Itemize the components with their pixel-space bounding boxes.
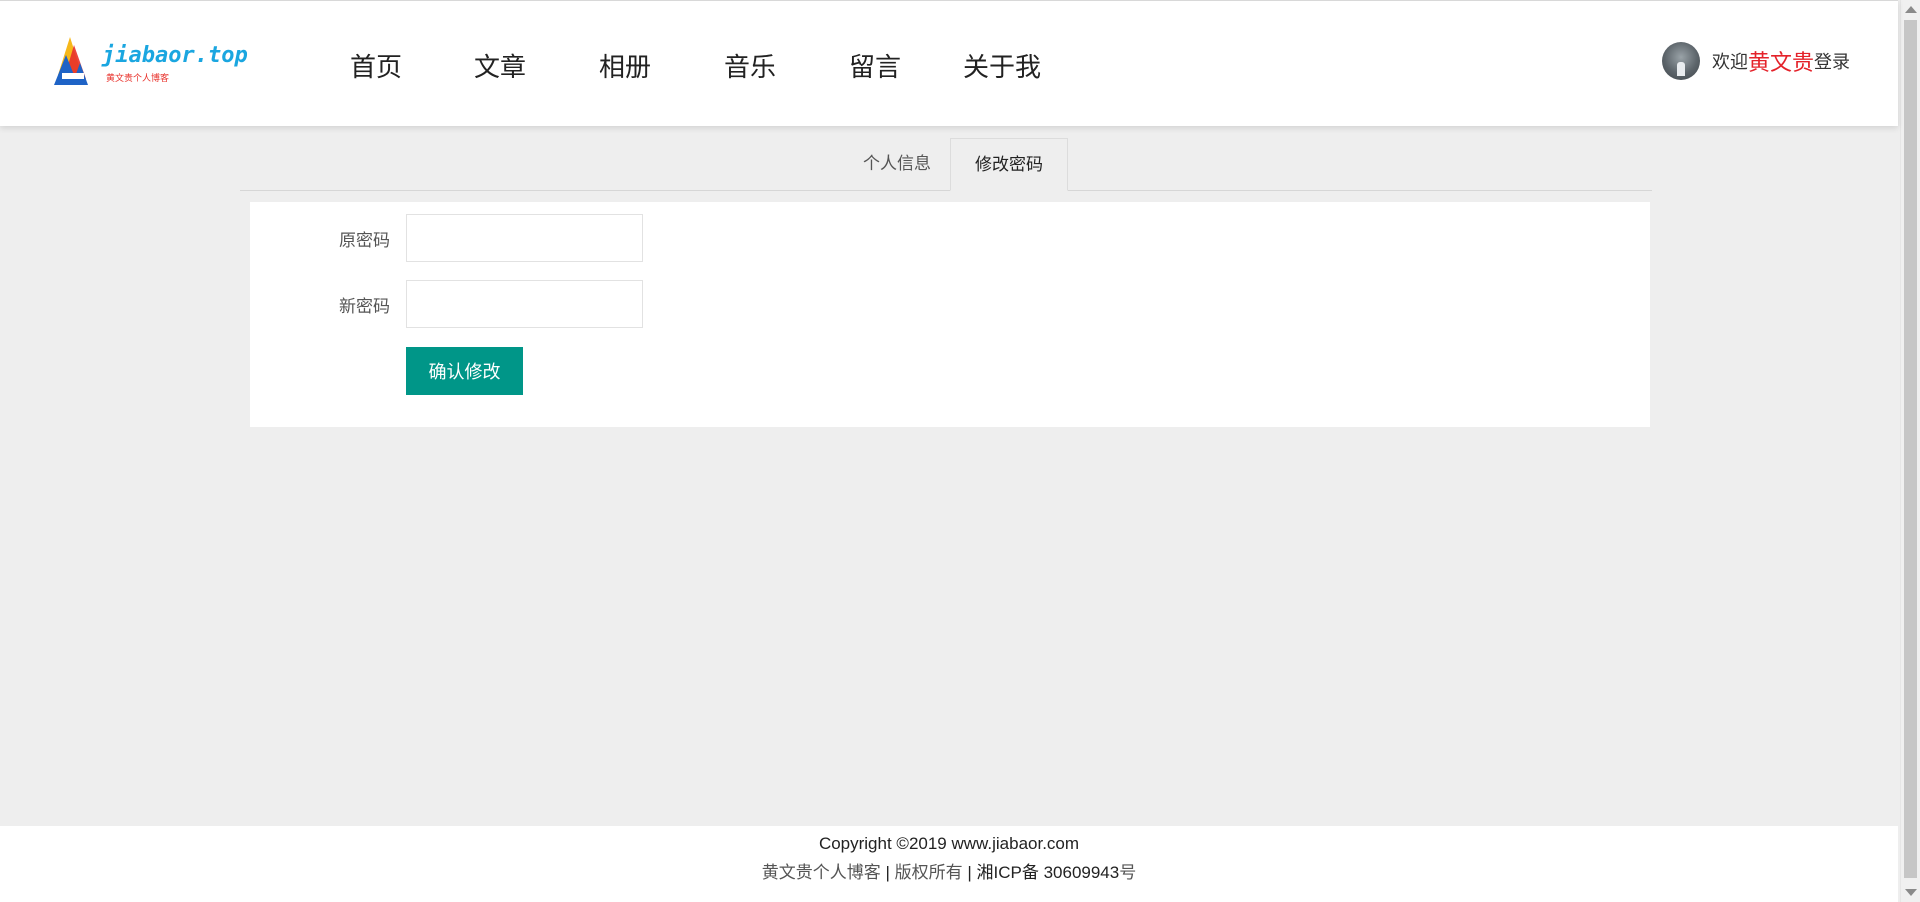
logo-subtitle: 黄文贵个人博客 bbox=[106, 74, 170, 84]
footer-separator: | bbox=[962, 863, 977, 882]
footer-icp[interactable]: 湘ICP备 30609943 bbox=[977, 863, 1120, 882]
footer-blog-name: 黄文贵个人博客 bbox=[761, 863, 881, 882]
tab-change-password[interactable]: 修改密码 bbox=[950, 138, 1068, 191]
site-logo[interactable]: jiabaor.top 黄文贵个人博客 bbox=[52, 35, 248, 89]
scroll-up-arrow-icon[interactable] bbox=[1905, 6, 1917, 13]
old-password-label: 原密码 bbox=[339, 231, 390, 251]
jiabaor-logo-icon bbox=[54, 37, 88, 85]
tab-personal-info[interactable]: 个人信息 bbox=[838, 138, 956, 191]
user-avatar[interactable] bbox=[1661, 42, 1700, 80]
confirm-change-button[interactable]: 确认修改 bbox=[406, 347, 523, 395]
scroll-down-arrow-icon[interactable] bbox=[1905, 889, 1917, 896]
new-password-input[interactable] bbox=[406, 280, 643, 328]
nav-item-music[interactable]: 音乐 bbox=[724, 47, 776, 84]
site-header: jiabaor.top 黄文贵个人博客 首页 文章 相册 音乐 留言 关于我 欢… bbox=[0, 0, 1898, 126]
footer-rights: 版权所有 bbox=[894, 863, 963, 882]
copyright-text: Copyright ©2019 www.jiabaor.com bbox=[818, 834, 1080, 853]
user-area: 欢迎 黄文贵 登录 bbox=[1661, 41, 1850, 81]
user-name: 黄文贵 bbox=[1747, 51, 1814, 76]
vertical-scrollbar[interactable] bbox=[1900, 0, 1920, 902]
nav-item-about[interactable]: 关于我 bbox=[963, 47, 1041, 84]
nav-item-guestbook[interactable]: 留言 bbox=[849, 47, 901, 84]
profile-tabs: 个人信息 修改密码 bbox=[240, 138, 1652, 191]
nav-item-home[interactable]: 首页 bbox=[350, 47, 402, 84]
scroll-thumb[interactable] bbox=[1904, 20, 1917, 878]
new-password-label: 新密码 bbox=[339, 297, 390, 317]
logo-text: jiabaor.top bbox=[102, 43, 248, 68]
welcome-text: 欢迎 bbox=[1711, 52, 1748, 73]
nav-item-articles[interactable]: 文章 bbox=[474, 47, 526, 84]
footer-info: 黄文贵个人博客 | 版权所有 | 湘ICP备 30609943号 bbox=[0, 858, 1898, 883]
old-password-input[interactable] bbox=[406, 214, 643, 262]
login-link[interactable]: 登录 bbox=[1814, 48, 1850, 74]
site-footer: Copyright ©2019 www.jiabaor.com 黄文贵个人博客 … bbox=[0, 826, 1898, 902]
footer-icp-suffix: 号 bbox=[1119, 863, 1137, 882]
change-password-form: 原密码 新密码 确认修改 bbox=[250, 202, 1650, 427]
footer-separator: | bbox=[880, 863, 895, 882]
nav-item-album[interactable]: 相册 bbox=[599, 47, 651, 84]
